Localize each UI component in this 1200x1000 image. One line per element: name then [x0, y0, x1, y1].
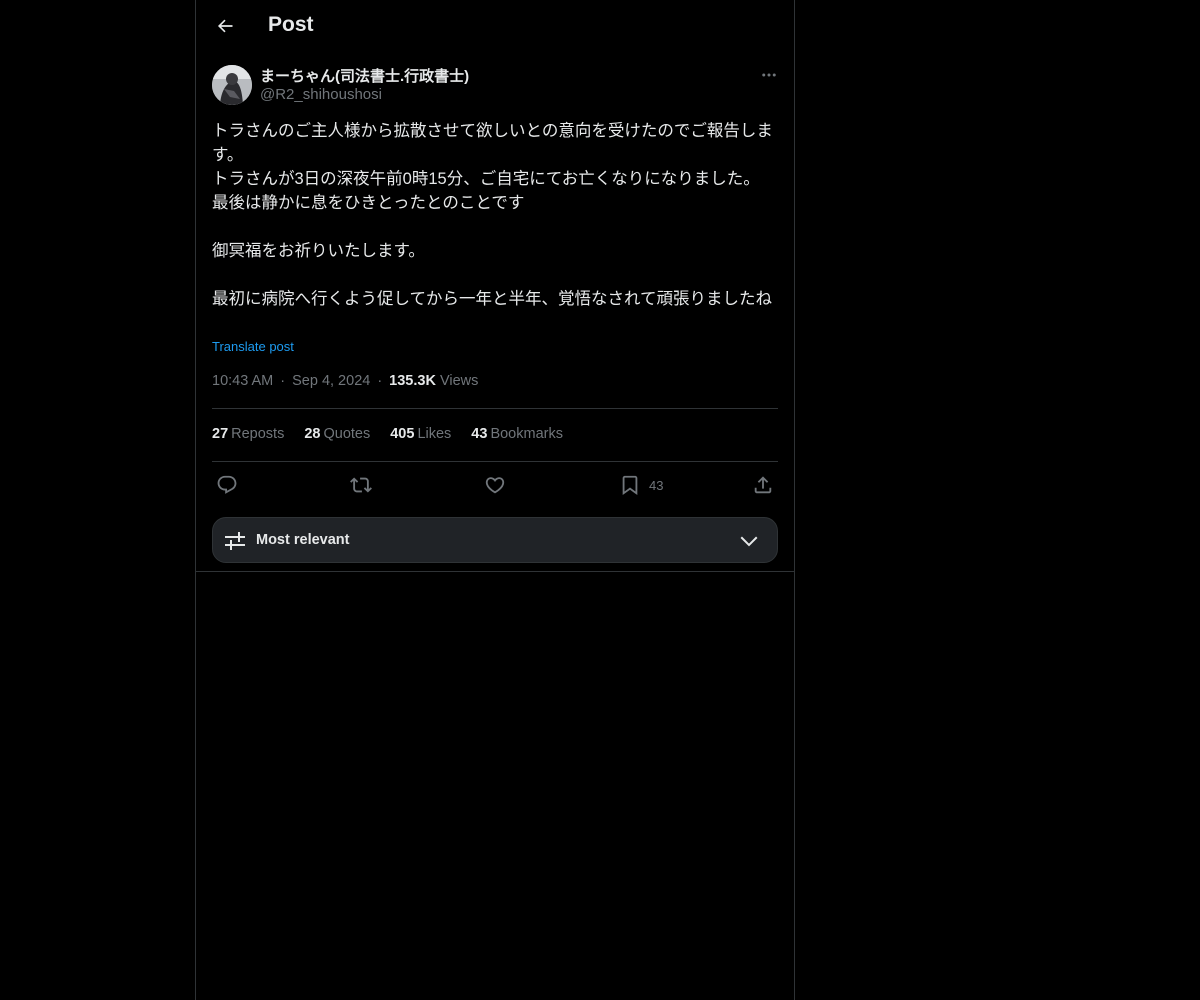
bookmark-icon	[622, 475, 638, 496]
bookmark-count: 43	[649, 477, 664, 493]
repost-icon	[350, 477, 372, 493]
likes-stat[interactable]: 405 Likes	[390, 426, 451, 442]
main-column: Post まーちゃん(司法書士.行政書士) @R2_shihoushosi トラ…	[195, 0, 795, 1000]
like-button[interactable]	[484, 473, 506, 497]
divider	[212, 408, 778, 409]
post-stats: 27 Reposts 28 Quotes 405 Likes 43 Bookmarks	[212, 426, 583, 442]
reposts-count: 27	[212, 426, 229, 442]
separator-dot: ·	[377, 373, 383, 389]
post-meta: 10:43 AM · Sep 4, 2024 · 135.3K Views	[212, 373, 478, 389]
author-handle[interactable]: @R2_shihoushosi	[260, 86, 382, 103]
divider	[196, 571, 794, 572]
post-time[interactable]: 10:43 AM	[212, 373, 273, 389]
more-options-button[interactable]	[757, 63, 781, 87]
post-text: トラさんのご主人様から拡散させて欲しいとの意向を受けたのでご報告します。 トラさ…	[212, 122, 773, 308]
quotes-count: 28	[304, 426, 321, 442]
share-button[interactable]	[752, 473, 774, 497]
views-label: Views	[439, 373, 479, 389]
share-icon	[754, 476, 772, 494]
divider	[212, 461, 778, 462]
reposts-stat[interactable]: 27 Reposts	[212, 426, 284, 442]
bookmarks-count: 43	[471, 426, 488, 442]
author-name[interactable]: まーちゃん(司法書士.行政書士)	[260, 65, 469, 86]
reply-sort-dropdown[interactable]: Most relevant	[212, 517, 778, 563]
chevron-down-icon	[740, 536, 758, 547]
more-horizontal-icon	[762, 73, 776, 77]
sliders-icon	[225, 532, 245, 550]
reply-icon	[217, 475, 237, 494]
quotes-stat[interactable]: 28 Quotes	[304, 426, 370, 442]
arrow-left-icon	[217, 19, 233, 33]
reposts-label: Reposts	[231, 426, 285, 442]
back-button[interactable]	[208, 9, 242, 43]
quotes-label: Quotes	[323, 426, 371, 442]
bookmarks-label: Bookmarks	[490, 426, 563, 442]
avatar[interactable]	[212, 65, 252, 105]
reply-button[interactable]	[216, 473, 238, 497]
separator-dot: ·	[280, 373, 286, 389]
likes-count: 405	[390, 426, 415, 442]
page-title: Post	[268, 13, 314, 36]
translate-post-link[interactable]: Translate post	[212, 339, 294, 354]
bookmark-button[interactable]: 43	[619, 473, 663, 497]
post-date[interactable]: Sep 4, 2024	[292, 373, 370, 389]
likes-label: Likes	[417, 426, 452, 442]
page-header: Post	[196, 0, 794, 53]
bookmarks-stat[interactable]: 43 Bookmarks	[471, 426, 563, 442]
sort-label: Most relevant	[256, 532, 350, 548]
heart-icon	[485, 477, 505, 494]
repost-button[interactable]	[350, 473, 372, 497]
views-count: 135.3K	[389, 373, 436, 389]
